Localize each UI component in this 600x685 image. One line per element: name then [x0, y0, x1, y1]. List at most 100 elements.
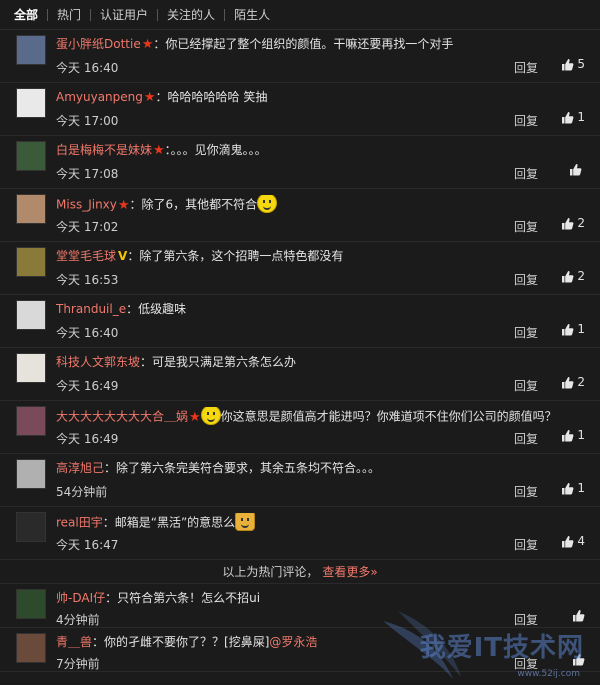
reply-button[interactable]: 回复 [514, 271, 538, 288]
reply-button[interactable]: 回复 [514, 655, 538, 672]
comment-list: 蛋小胖纸Dottie ★ ：你已经撑起了整个组织的颜值。干嘛还要再找一个对手今天 1… [0, 30, 600, 560]
comment-item: 大大大大大大大大合＿娲★ 你这意思是颜值高才能进吗？你难道项不住你们公司的颜值吗？… [0, 401, 600, 454]
username-link[interactable]: Thranduil_e [56, 302, 126, 316]
avatar[interactable] [16, 141, 46, 171]
username-link[interactable]: real田宇 [56, 516, 103, 530]
comment-text: ：你已经撑起了整个组织的颜值。干嘛还要再找一个对手 [153, 37, 454, 51]
comment-text: ：你的孑雌不要你了？？[挖鼻屎] [92, 635, 270, 649]
avatar[interactable] [16, 247, 46, 277]
thumbs-up-icon [562, 429, 574, 441]
reply-button[interactable]: 回复 [514, 377, 538, 394]
comment-time: 今天 16:53 [56, 273, 119, 287]
comment-item: Amyuyanpeng★：哈哈哈哈哈哈 笑抽 今天 17:00 回复 1 [0, 83, 600, 136]
comment-item: 蛋小胖纸Dottie★：你已经撑起了整个组织的颜值。干嘛还要再找一个对手 今天 1… [0, 30, 600, 83]
avatar[interactable] [16, 88, 46, 118]
thumbs-up-icon [573, 610, 585, 622]
username-link[interactable]: Amyuyanpeng [56, 90, 143, 104]
avatar[interactable] [16, 353, 46, 383]
recent-comment-list: 帅-DAI仔：只符合第六条！怎么不招ui 4分钟前 回复 青＿兽：你的孑雌不要你了？？… [0, 584, 600, 672]
comment-text: ：可是我只满足第六条怎么办 [140, 355, 297, 369]
hot-comments-note: 以上为热门评论， 查看更多» [0, 560, 600, 584]
tab-strangers[interactable]: 陌生人 [224, 8, 279, 21]
username-link[interactable]: 青＿兽 [56, 635, 92, 649]
thumbs-up-icon [562, 535, 574, 547]
cat-emoji-icon [235, 513, 256, 531]
avatar[interactable] [16, 633, 46, 663]
like-count: 1 [577, 481, 585, 495]
username-link[interactable]: 堂堂毛毛球 [56, 249, 116, 263]
comment-text: ：邮箱是“黑活”的意思么 [102, 515, 236, 530]
like-button[interactable] [572, 653, 585, 666]
avatar[interactable] [16, 589, 46, 619]
like-button[interactable]: 2 [561, 269, 585, 283]
comment-time: 今天 16:40 [56, 326, 119, 340]
star-badge-icon: ★ [189, 409, 201, 425]
like-count: 2 [577, 269, 585, 283]
reply-button[interactable]: 回复 [514, 112, 538, 129]
comment-time: 今天 16:49 [56, 432, 119, 446]
like-count: 5 [577, 57, 585, 71]
filter-tabs: 全部 热门 认证用户 关注的人 陌生人 [0, 0, 600, 30]
like-button[interactable]: 2 [561, 216, 585, 230]
smile-emoji-icon [257, 195, 278, 213]
comment-text: ：哈哈哈哈哈哈 笑抽 [155, 90, 268, 104]
comment-time: 54分钟前 [56, 485, 108, 499]
tab-following[interactable]: 关注的人 [157, 8, 224, 21]
like-button[interactable]: 4 [561, 534, 585, 548]
comment-item: 科技人文郭东坡：可是我只满足第六条怎么办今天 16:49 回复 2 [0, 348, 600, 401]
like-button[interactable]: 1 [561, 481, 585, 495]
comment-text: 你这意思是颜值高才能进吗？你难道项不住你们公司的颜值吗？ [220, 409, 557, 424]
thumbs-up-icon [562, 217, 574, 229]
reply-button[interactable]: 回复 [514, 218, 538, 235]
username-link[interactable]: 高淳旭己 [56, 461, 104, 475]
comment-text: ：除了第六条完美符合要求，其余五条均不符合。。。 [104, 461, 381, 475]
like-count: 1 [577, 428, 585, 442]
reply-button[interactable]: 回复 [514, 165, 538, 182]
avatar[interactable] [16, 300, 46, 330]
avatar[interactable] [16, 35, 46, 65]
username-link[interactable]: 帅-DAI仔 [56, 591, 105, 605]
like-button[interactable] [572, 609, 585, 622]
tab-all[interactable]: 全部 [14, 9, 47, 21]
tab-verified[interactable]: 认证用户 [90, 8, 157, 21]
avatar[interactable] [16, 194, 46, 224]
username-link[interactable]: 科技人文郭东坡 [56, 355, 140, 369]
reply-button[interactable]: 回复 [514, 59, 538, 76]
avatar[interactable] [16, 406, 46, 436]
comment-text: ：只符合第六条！怎么不招ui [105, 591, 261, 605]
thumbs-up-icon [562, 111, 574, 123]
comment-item: real田宇：邮箱是“黑活”的意思么 今天 16:47 回复 4 [0, 507, 600, 560]
username-link[interactable]: 大大大大大大大大合＿娲 [56, 410, 188, 424]
username-link[interactable]: 蛋小胖纸Dottie [56, 37, 141, 51]
thumbs-up-icon [562, 482, 574, 494]
comment-time: 今天 17:02 [56, 220, 119, 234]
username-link[interactable]: 白是梅梅不是妹妹 [56, 143, 152, 157]
comment-item: Miss_Jinxy★：除了6，其他都不符合 今天 17:02 回复 2 [0, 189, 600, 242]
like-button[interactable]: 1 [561, 110, 585, 124]
like-button[interactable]: 1 [561, 322, 585, 336]
avatar[interactable] [16, 512, 46, 542]
mention-link[interactable]: @罗永浩 [269, 635, 317, 649]
reply-button[interactable]: 回复 [514, 611, 538, 628]
reply-button[interactable]: 回复 [514, 483, 538, 500]
comment-text: ：低级趣味 [126, 302, 187, 316]
smile-emoji-icon [200, 407, 221, 425]
star-badge-icon: ★ [153, 143, 165, 158]
tab-hot[interactable]: 热门 [47, 8, 90, 21]
thumbs-up-icon [573, 654, 585, 666]
thumbs-up-icon [562, 376, 574, 388]
avatar[interactable] [16, 459, 46, 489]
view-more-link[interactable]: 查看更多» [322, 563, 377, 580]
reply-button[interactable]: 回复 [514, 430, 538, 447]
comment-item: Thranduil_e：低级趣味 今天 16:40 回复 1 [0, 295, 600, 348]
comment-time: 今天 16:49 [56, 379, 119, 393]
like-button[interactable]: 2 [561, 375, 585, 389]
like-button[interactable]: 5 [561, 57, 585, 71]
like-count: 4 [577, 534, 585, 548]
username-link[interactable]: Miss_Jinxy [56, 198, 117, 212]
verified-v-icon: V [118, 249, 128, 263]
reply-button[interactable]: 回复 [514, 324, 538, 341]
like-button[interactable]: 1 [561, 428, 585, 442]
reply-button[interactable]: 回复 [514, 536, 538, 553]
like-button[interactable] [569, 163, 585, 176]
